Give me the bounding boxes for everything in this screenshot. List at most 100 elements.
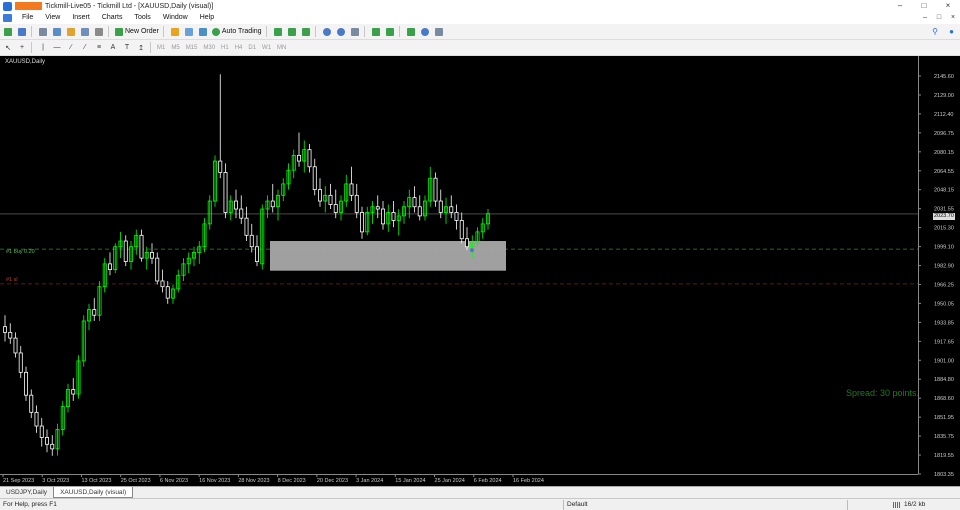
candle-bear xyxy=(18,352,23,373)
navigator-icon xyxy=(67,27,75,36)
menu-file[interactable]: File xyxy=(16,12,39,24)
bar-chart-button[interactable] xyxy=(272,26,284,38)
terminal-button[interactable] xyxy=(79,26,91,38)
autoscroll-icon xyxy=(385,27,394,36)
child-minimize-button[interactable]: – xyxy=(918,12,932,24)
strategy-tester-icon xyxy=(95,27,103,36)
profiles-button[interactable] xyxy=(16,26,28,38)
x-tick-label: 21 Sep 2023 xyxy=(3,478,34,484)
timeframe-m5[interactable]: M5 xyxy=(168,45,182,51)
maximize-button[interactable]: □ xyxy=(912,0,936,12)
timeframe-m15[interactable]: M15 xyxy=(183,45,201,51)
menu-charts[interactable]: Charts xyxy=(96,12,129,24)
profile-status: Default xyxy=(567,501,588,508)
candle-bear xyxy=(92,309,97,316)
minimize-button[interactable]: – xyxy=(888,0,912,12)
menu-window[interactable]: Window xyxy=(157,12,194,24)
price-axis-line xyxy=(918,56,919,474)
chart-tabs: USDJPY,Daily XAUUSD,Daily (visual) xyxy=(0,486,960,498)
auto-trading-button[interactable]: Auto Trading xyxy=(211,26,263,38)
child-close-button[interactable]: × xyxy=(946,12,960,24)
zoom-in-button[interactable] xyxy=(321,26,333,38)
indicators-icon xyxy=(406,27,415,36)
close-button[interactable]: × xyxy=(936,0,960,12)
x-tick-label: 16 Nov 2023 xyxy=(199,478,230,484)
child-restore-button[interactable]: □ xyxy=(932,12,946,24)
menu-tools[interactable]: Tools xyxy=(128,12,156,24)
templates-button[interactable] xyxy=(433,26,445,38)
autoscroll-button[interactable] xyxy=(384,26,396,38)
timeframe-m1[interactable]: M1 xyxy=(154,45,168,51)
navigator-button[interactable] xyxy=(65,26,77,38)
candlestick-button[interactable] xyxy=(286,26,298,38)
tile-windows-icon xyxy=(350,27,359,36)
x-tick-label: 25 Oct 2023 xyxy=(121,478,151,484)
data-window-button[interactable] xyxy=(51,26,63,38)
tab-usdjpy-daily[interactable]: USDJPY,Daily xyxy=(0,487,53,498)
periods-button[interactable] xyxy=(419,26,431,38)
candlestick-chart[interactable]: 2145.60 2129.00 2112.40 2096.75 2080.15 2064.… xyxy=(0,56,960,486)
channel-tool[interactable]: ⁄ xyxy=(79,42,91,54)
user-icon[interactable]: ● xyxy=(949,27,954,36)
crosshair-tool[interactable]: + xyxy=(16,42,28,54)
chart-shift-icon xyxy=(371,27,380,36)
y-tick-label: 1868.60 xyxy=(934,396,954,402)
title-bar: Tickmill-Live05 - Tickmill Ltd - [XAUUSD… xyxy=(0,0,960,12)
cursor-tool[interactable]: ↖ xyxy=(2,42,14,54)
new-chart-icon xyxy=(4,27,12,36)
candle-bear xyxy=(381,208,385,225)
y-tick-label: 2112.40 xyxy=(934,112,953,118)
data-window-icon xyxy=(53,27,61,36)
new-chart-button[interactable] xyxy=(2,26,14,38)
market-button[interactable] xyxy=(197,26,209,38)
chart-window-icon[interactable] xyxy=(3,14,12,22)
connection-bars-icon xyxy=(893,502,901,508)
menu-insert[interactable]: Insert xyxy=(66,12,96,24)
timeframe-h4[interactable]: H4 xyxy=(232,45,246,51)
timeframe-mn[interactable]: MN xyxy=(274,45,289,51)
trendline-tool[interactable]: ∕ xyxy=(65,42,77,54)
y-tick-label: 1982.90 xyxy=(934,264,954,270)
timeframe-w1[interactable]: W1 xyxy=(259,45,274,51)
menu-view[interactable]: View xyxy=(39,12,66,24)
market-watch-button[interactable] xyxy=(37,26,49,38)
line-chart-icon xyxy=(301,27,310,36)
candle-bear xyxy=(8,331,13,339)
candle-bear xyxy=(459,220,464,240)
zoom-out-button[interactable] xyxy=(335,26,347,38)
candle-bear xyxy=(3,326,7,333)
timeframe-m30[interactable]: M30 xyxy=(200,45,218,51)
tile-windows-button[interactable] xyxy=(349,26,361,38)
signals-button[interactable] xyxy=(183,26,195,38)
metaeditor-button[interactable] xyxy=(169,26,181,38)
arrows-tool[interactable]: ↥ xyxy=(135,42,147,54)
zoom-in-icon xyxy=(322,27,331,36)
fibonacci-tool[interactable]: ≡ xyxy=(93,42,105,54)
x-tick-label: 25 Jan 2024 xyxy=(435,478,465,484)
line-chart-button[interactable] xyxy=(300,26,312,38)
traffic-status: 16/2 kb xyxy=(904,501,926,508)
menu-help[interactable]: Help xyxy=(194,12,220,24)
strategy-tester-button[interactable] xyxy=(93,26,105,38)
new-order-button[interactable]: New Order xyxy=(114,26,160,38)
terminal-window: Tickmill-Live05 - Tickmill Ltd - [XAUUSD… xyxy=(0,0,960,510)
indicators-button[interactable] xyxy=(405,26,417,38)
timeframe-d1[interactable]: D1 xyxy=(245,45,259,51)
search-icon[interactable]: ⚲ xyxy=(932,27,938,36)
chart-window[interactable]: 2145.60 2129.00 2112.40 2096.75 2080.15 2064.… xyxy=(0,56,960,486)
candle-bear xyxy=(312,166,317,191)
x-tick-label: 16 Feb 2024 xyxy=(513,478,544,484)
candle-bear xyxy=(24,371,28,396)
candle-bear xyxy=(360,212,364,233)
y-tick-label: 2064.55 xyxy=(934,169,954,175)
candle-bear xyxy=(165,286,170,299)
label-tool[interactable]: T xyxy=(121,42,133,54)
text-tool[interactable]: A xyxy=(107,42,119,54)
y-tick-label: 1950.05 xyxy=(934,301,954,307)
timeframe-h1[interactable]: H1 xyxy=(218,45,232,51)
tab-xauusd-daily[interactable]: XAUUSD,Daily (visual) xyxy=(53,487,134,498)
horizontal-line-tool[interactable]: — xyxy=(51,42,63,54)
chart-shift-button[interactable] xyxy=(370,26,382,38)
vertical-line-tool[interactable]: | xyxy=(37,42,49,54)
candle-bear xyxy=(29,394,34,413)
